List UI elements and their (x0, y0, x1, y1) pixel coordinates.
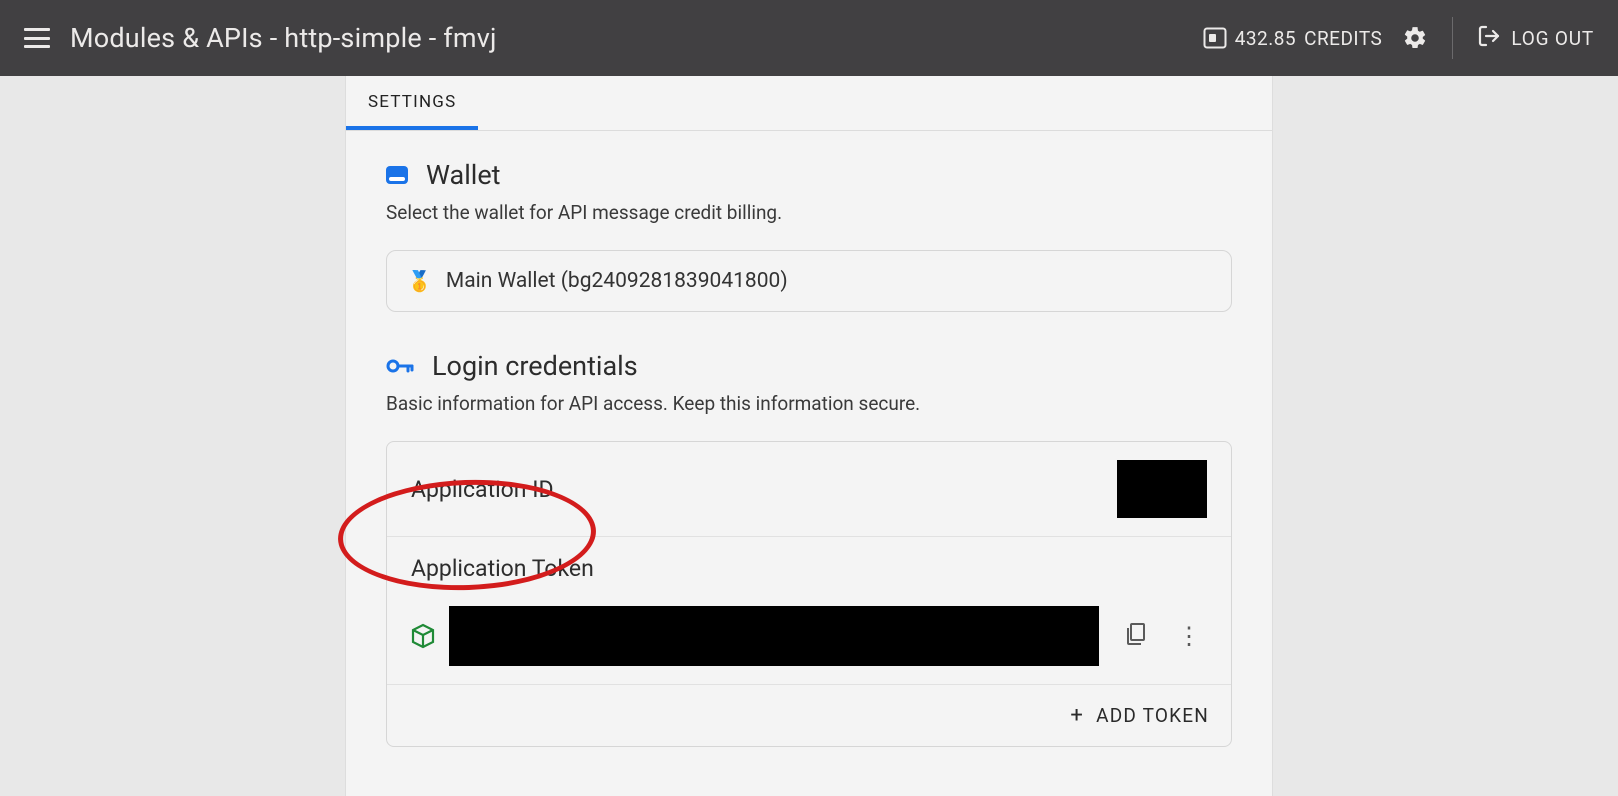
wallet-desc: Select the wallet for API message credit… (386, 201, 1232, 224)
wallet-select-label: Main Wallet (bg2409281839041800) (446, 269, 788, 293)
add-token-label: ADD TOKEN (1096, 704, 1209, 727)
credentials-section: Login credentials Basic information for … (346, 322, 1272, 757)
wallet-section: Wallet Select the wallet for API message… (346, 131, 1272, 322)
credits-label: CREDITS (1304, 27, 1382, 50)
token-actions: ⋮ (1125, 622, 1207, 650)
app-token-header-row: Application Token (387, 537, 1231, 590)
tab-settings[interactable]: SETTINGS (346, 76, 478, 130)
copy-icon[interactable] (1125, 622, 1147, 650)
menu-icon[interactable] (24, 28, 50, 48)
credentials-title: Login credentials (432, 350, 638, 382)
app-header: Modules & APIs - http-simple - fmvj 432.… (0, 0, 1618, 76)
settings-gear-icon[interactable] (1402, 25, 1428, 51)
add-token-row: + ADD TOKEN (387, 685, 1231, 746)
header-divider (1452, 17, 1453, 59)
tab-bar: SETTINGS (346, 76, 1272, 131)
app-token-row: ⋮ (387, 590, 1231, 685)
credentials-card: Application ID Application Token (386, 441, 1232, 747)
app-id-row: Application ID (387, 442, 1231, 537)
page-title: Modules & APIs - http-simple - fmvj (70, 22, 497, 54)
credentials-section-header: Login credentials (386, 350, 1232, 382)
wallet-section-header: Wallet (386, 159, 1232, 191)
wallet-icon (386, 166, 408, 184)
logout-icon (1477, 24, 1501, 53)
logout-button[interactable]: LOG OUT (1477, 24, 1594, 53)
header-right: 432.85 CREDITS LOG OUT (1203, 17, 1594, 59)
settings-panel: SETTINGS Wallet Select the wallet for AP… (345, 76, 1273, 796)
medal-icon: 🥇 (407, 269, 432, 293)
app-token-redacted (449, 606, 1099, 666)
cube-icon (411, 623, 435, 649)
wallet-card-icon (1203, 27, 1227, 49)
wallet-title: Wallet (426, 159, 501, 191)
app-id-label: Application ID (411, 476, 554, 503)
add-token-button[interactable]: + ADD TOKEN (1070, 703, 1209, 728)
header-left: Modules & APIs - http-simple - fmvj (24, 22, 497, 54)
credits-value: 432.85 (1235, 27, 1296, 50)
plus-icon: + (1070, 703, 1084, 728)
key-icon (386, 357, 414, 375)
kebab-menu-icon[interactable]: ⋮ (1177, 624, 1201, 648)
app-token-label: Application Token (411, 555, 594, 582)
content-wrap: SETTINGS Wallet Select the wallet for AP… (0, 76, 1618, 796)
logout-label: LOG OUT (1511, 27, 1594, 50)
wallet-select[interactable]: 🥇 Main Wallet (bg2409281839041800) (386, 250, 1232, 312)
app-id-redacted (1117, 460, 1207, 518)
credentials-desc: Basic information for API access. Keep t… (386, 392, 1232, 415)
credits-display[interactable]: 432.85 CREDITS (1203, 27, 1383, 50)
